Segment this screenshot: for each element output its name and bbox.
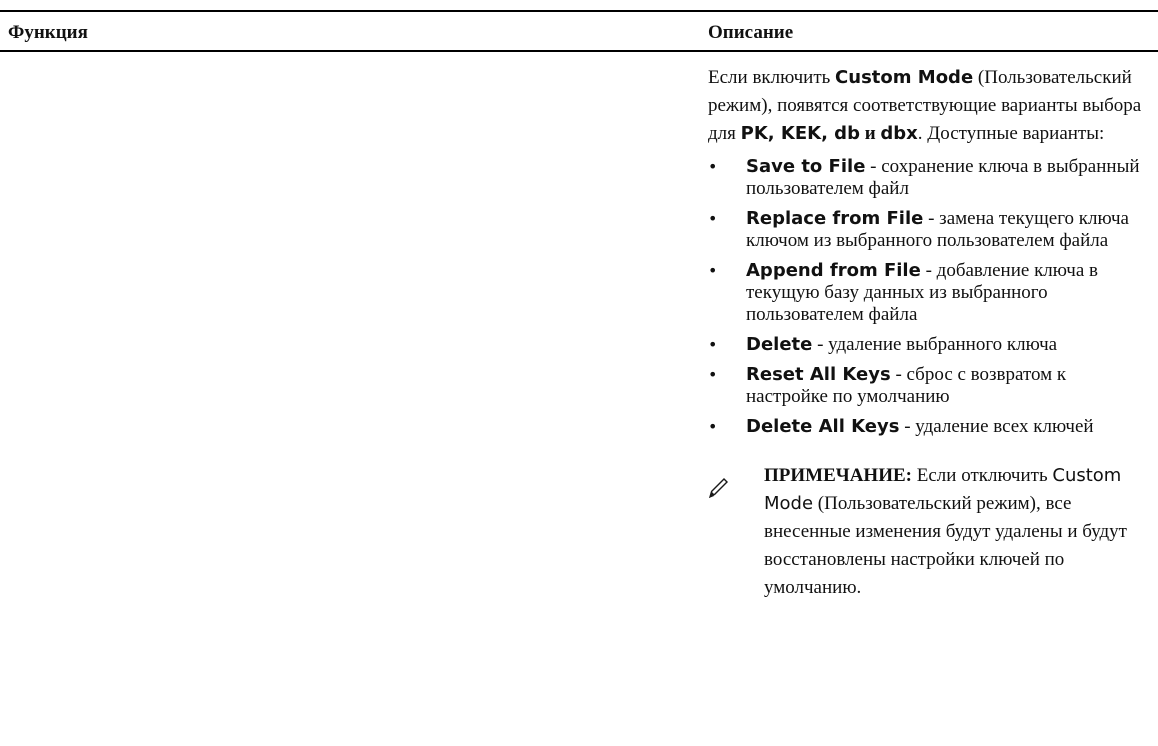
custom-mode-term: Custom Mode <box>835 67 974 88</box>
intro-text-3: . Доступные варианты: <box>917 123 1105 144</box>
list-item: • Replace from File - замена текущего клю… <box>708 208 1148 252</box>
list-item: • Save to File - сохранение ключа в выбра… <box>708 156 1148 200</box>
options-list: • Save to File - сохранение ключа в выбра… <box>708 156 1148 438</box>
header-description: Описание <box>708 22 794 43</box>
bullet-icon: • <box>708 365 718 384</box>
description-cell: Если включить Custom Mode (Пользовательс… <box>708 64 1148 602</box>
bullet-icon: • <box>708 417 718 436</box>
bullet-icon: • <box>708 209 718 228</box>
list-item: • Delete All Keys - удаление всех ключей <box>708 416 1148 438</box>
list-item: • Reset All Keys - сброс с возвратом к на… <box>708 364 1148 408</box>
note-text-2: (Пользовательский режим), все внесенные … <box>764 493 1127 598</box>
option-text: - удаление выбранного ключа <box>812 334 1058 355</box>
and-word: и <box>859 123 881 144</box>
option-name: Reset All Keys <box>746 364 891 385</box>
intro-text-1: Если включить <box>708 67 836 88</box>
feature-table: Функция Описание <box>0 10 1158 52</box>
bullet-icon: • <box>708 335 718 354</box>
option-name: Save to File <box>746 156 866 177</box>
list-item: • Append from File - добавление ключа в т… <box>708 260 1148 326</box>
keys-term: PK, KEK, db <box>740 123 860 144</box>
option-name: Delete All Keys <box>746 416 900 437</box>
option-text: - удаление всех ключей <box>899 416 1094 437</box>
pencil-icon <box>709 478 728 498</box>
intro-paragraph: Если включить Custom Mode (Пользовательс… <box>708 64 1148 148</box>
note-label: ПРИМЕЧАНИЕ: <box>764 465 912 486</box>
list-item: • Delete - удаление выбранного ключа <box>708 334 1148 356</box>
bullet-icon: • <box>708 157 718 176</box>
table-header-row: Функция Описание <box>0 12 1158 50</box>
dbx-term: dbx <box>880 123 918 144</box>
bullet-icon: • <box>708 261 718 280</box>
note-block: ПРИМЕЧАНИЕ: Если отключить Custom Mode (… <box>708 462 1148 602</box>
option-name: Delete <box>746 334 813 355</box>
option-name: Append from File <box>746 260 921 281</box>
note-text-1: Если отключить <box>912 465 1053 486</box>
header-function: Функция <box>8 22 88 43</box>
table-header-rule <box>0 50 1158 52</box>
option-name: Replace from File <box>746 208 924 229</box>
